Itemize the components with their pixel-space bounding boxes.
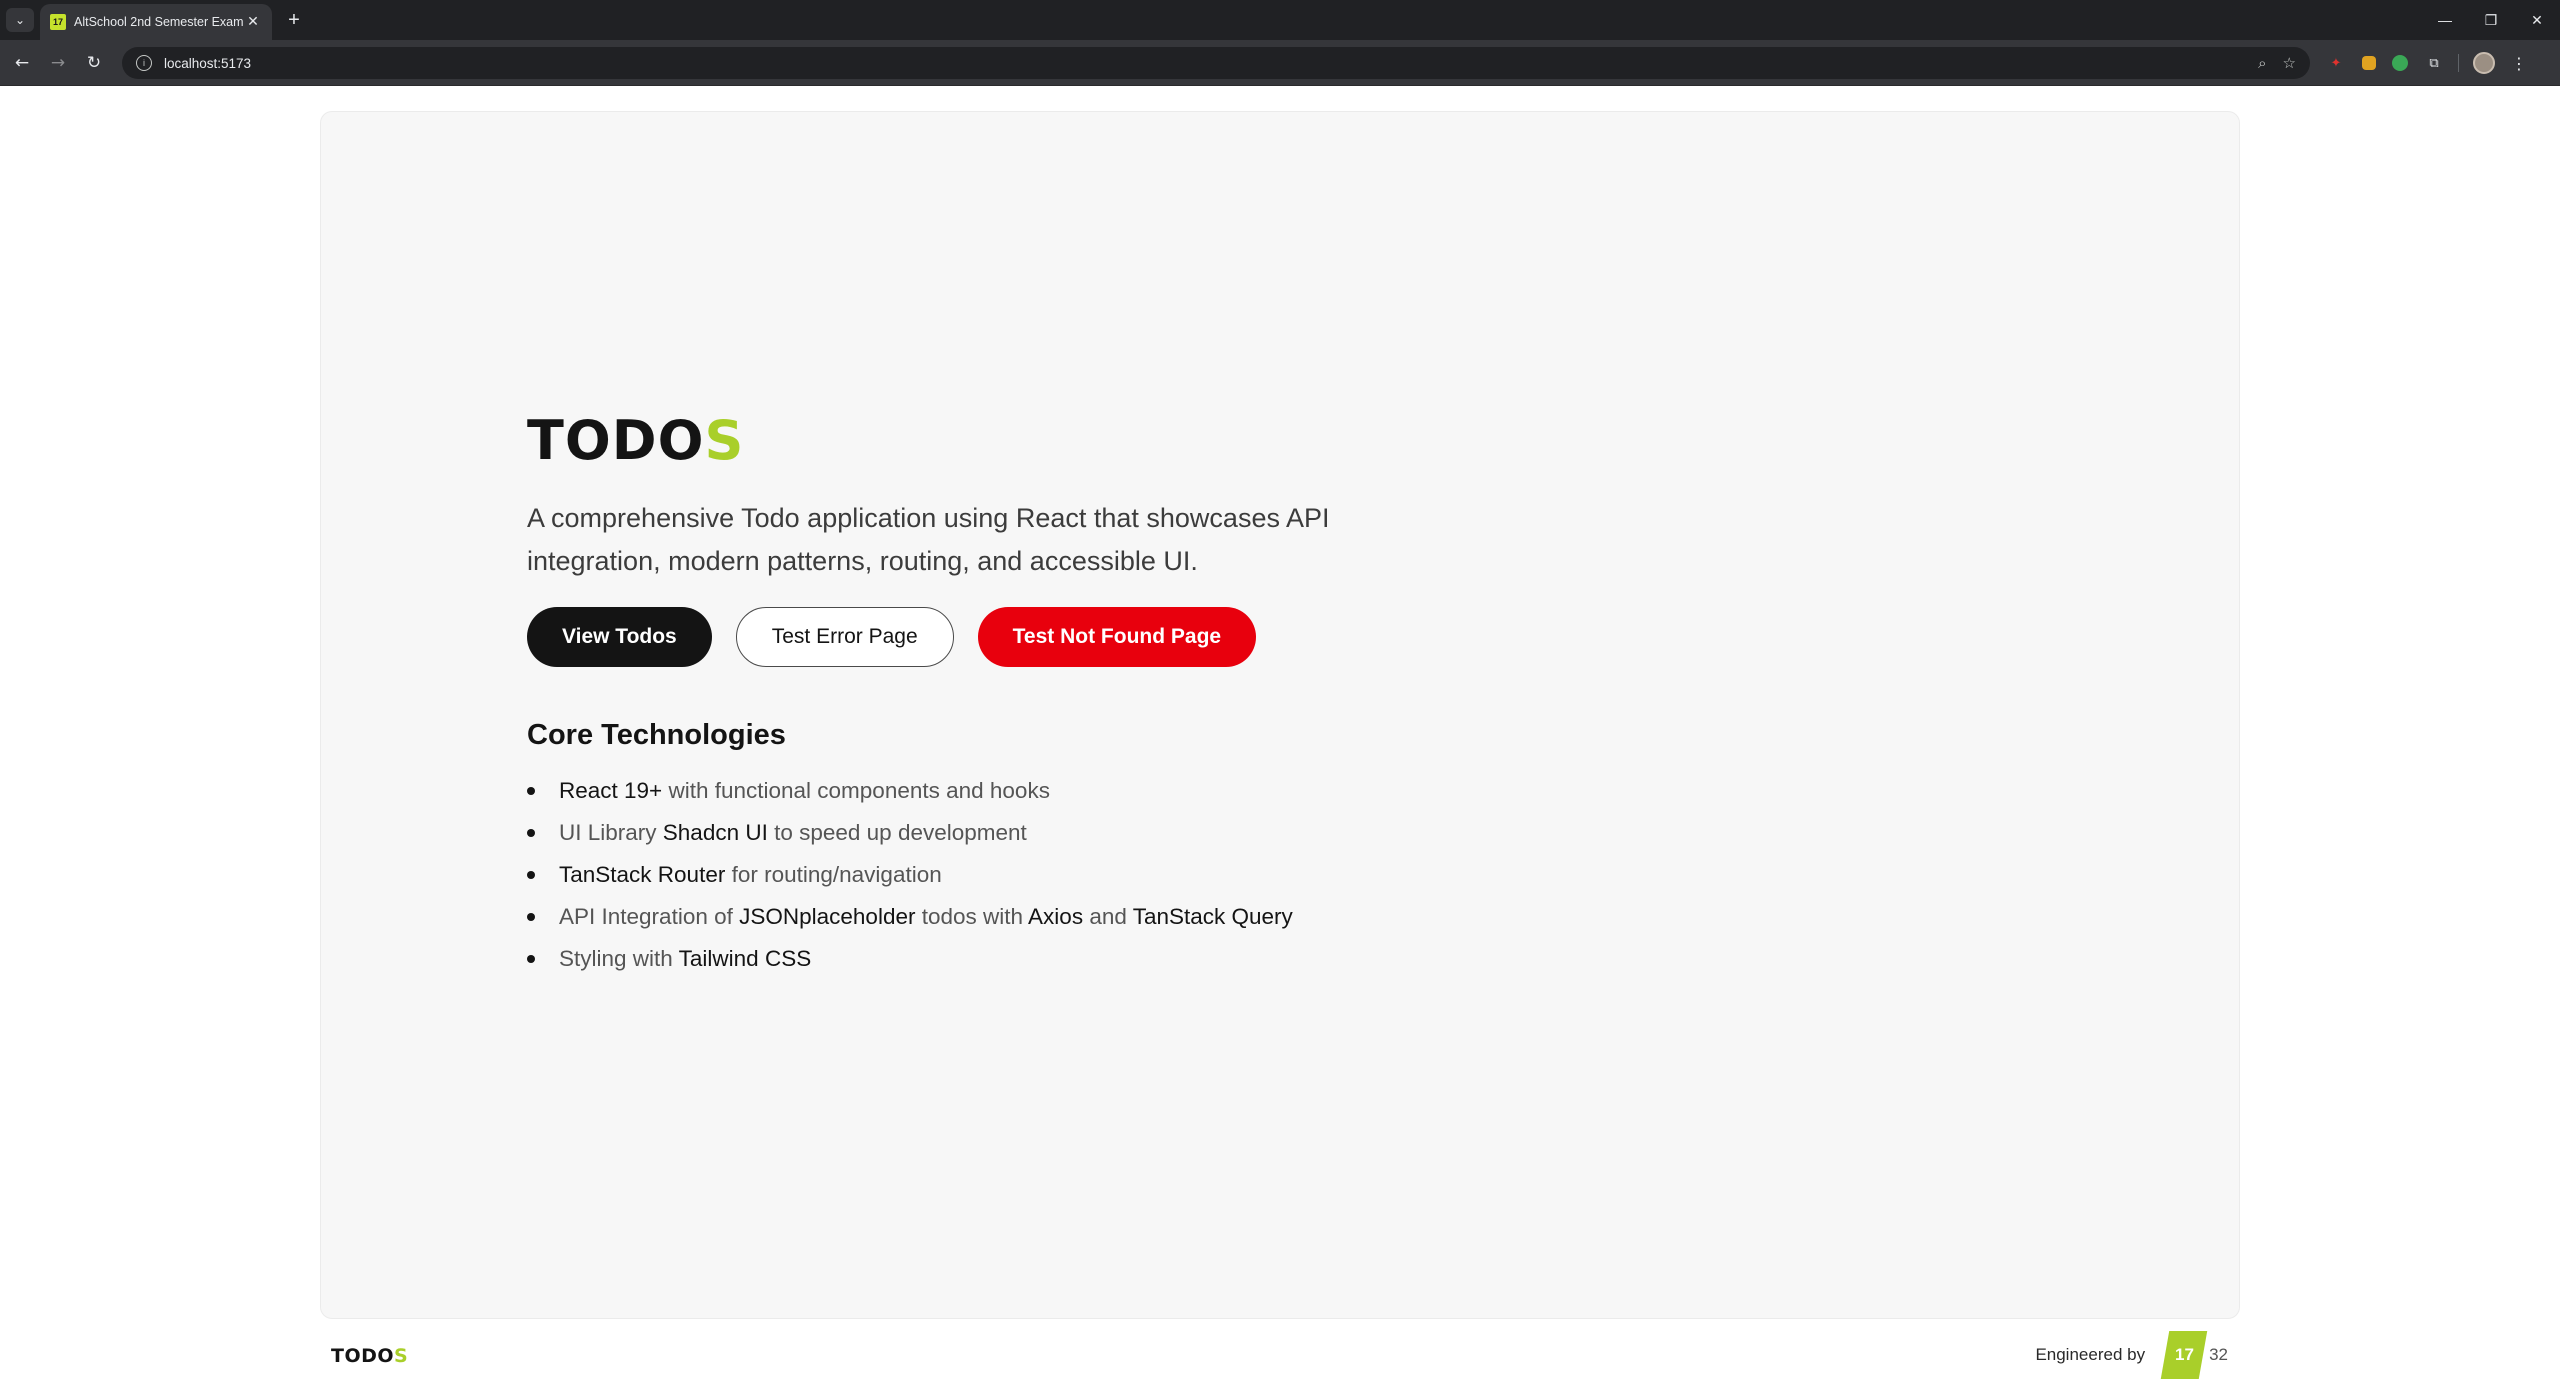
bullet-icon	[527, 955, 535, 963]
app-description: A comprehensive Todo application using R…	[527, 503, 1330, 576]
page-content: TODOS A comprehensive Todo application u…	[0, 87, 2560, 1392]
site-info-icon[interactable]: i	[136, 55, 152, 71]
bullet-icon	[527, 787, 535, 795]
browser-tab-bar: ⌄ 17 AltSchool 2nd Semester Exam ✕ + — ❐…	[0, 0, 2560, 40]
bullet-icon	[527, 829, 535, 837]
reload-icon[interactable]: ↻	[80, 49, 108, 77]
tech-list-item: Styling with Tailwind CSS	[527, 938, 1427, 980]
extensions-area: ✦ ⧉ ⋮	[2318, 49, 2529, 77]
tech-text: for routing/navigation	[725, 862, 942, 887]
browser-toolbar: ← → ↻ i localhost:5173 ⌕ ☆ ✦ ⧉ ⋮	[0, 40, 2560, 86]
logo-main-text: TODO	[527, 409, 705, 472]
back-arrow-icon[interactable]: ←	[8, 49, 36, 77]
todos-logo: TODOS	[527, 411, 1427, 471]
tech-highlight: Axios	[1028, 904, 1084, 929]
tech-highlight: JSONplaceholder	[739, 904, 916, 929]
engineered-by[interactable]: Engineered by 17 32	[2035, 1331, 2228, 1379]
close-window-button[interactable]: ✕	[2514, 0, 2560, 40]
tech-list-item: TanStack Router for routing/navigation	[527, 854, 1427, 896]
badge-text: 17	[2174, 1345, 2194, 1364]
grammar-extension-icon[interactable]	[2392, 55, 2408, 71]
tech-highlight: TanStack Query	[1132, 904, 1293, 929]
extension-icon[interactable]	[2362, 56, 2376, 70]
forward-arrow-icon[interactable]: →	[44, 49, 72, 77]
footer: TODOS Engineered by 17 32	[0, 1319, 2560, 1392]
hero-section: TODOS A comprehensive Todo application u…	[527, 411, 1427, 980]
minimize-button[interactable]: —	[2422, 0, 2468, 40]
tech-text: to speed up development	[767, 820, 1027, 845]
badge-suffix: 32	[2209, 1345, 2228, 1364]
bullet-icon	[527, 913, 535, 921]
footer-logo[interactable]: TODOS	[331, 1345, 408, 1367]
tech-text: and	[1083, 904, 1133, 929]
tech-text: API Integration of	[559, 904, 740, 929]
tab-close-icon[interactable]: ✕	[244, 14, 262, 30]
core-technologies-list: React 19+ with functional components and…	[527, 770, 1427, 980]
address-bar[interactable]: i localhost:5173 ⌕ ☆	[122, 47, 2310, 79]
tech-list-item: API Integration of JSONplaceholder todos…	[527, 896, 1427, 938]
tech-text: with functional components and hooks	[662, 778, 1050, 803]
restore-button[interactable]: ❐	[2468, 0, 2514, 40]
tab-favicon-icon: 17	[50, 14, 66, 30]
tech-item-text: UI Library Shadcn UI to speed up develop…	[559, 812, 1027, 854]
logo-accent-text: S	[704, 409, 745, 472]
tech-highlight: TanStack Router	[559, 862, 726, 887]
bookmark-star-icon[interactable]: ☆	[2283, 54, 2296, 72]
tech-item-text: TanStack Router for routing/navigation	[559, 854, 942, 896]
browser-tab-active[interactable]: 17 AltSchool 2nd Semester Exam ✕	[40, 4, 272, 40]
view-todos-button[interactable]: View Todos	[527, 607, 712, 667]
tech-text: todos with	[915, 904, 1029, 929]
tech-highlight: Tailwind CSS	[678, 946, 812, 971]
profile-avatar[interactable]	[2473, 52, 2495, 74]
new-tab-button[interactable]: +	[282, 8, 306, 32]
footer-logo-accent: S	[394, 1345, 409, 1367]
pin-extension-icon[interactable]: ✦	[2326, 53, 2346, 73]
toolbar-divider	[2458, 54, 2459, 72]
tech-item-text: React 19+ with functional components and…	[559, 770, 1050, 812]
tech-item-text: Styling with Tailwind CSS	[559, 938, 811, 980]
tech-highlight: React 19+	[559, 778, 663, 803]
zoom-icon[interactable]: ⌕	[2258, 54, 2266, 72]
url-text[interactable]: localhost:5173	[164, 56, 2242, 71]
tab-search-button[interactable]: ⌄	[6, 8, 34, 32]
tech-highlight: Shadcn UI	[662, 820, 768, 845]
puzzle-extensions-icon[interactable]: ⧉	[2424, 53, 2444, 73]
browser-menu-icon[interactable]: ⋮	[2509, 54, 2529, 73]
tech-list-item: UI Library Shadcn UI to speed up develop…	[527, 812, 1427, 854]
altschool-badge-icon: 17	[2160, 1331, 2208, 1379]
tech-list-item: React 19+ with functional components and…	[527, 770, 1427, 812]
tech-text: Styling with	[559, 946, 679, 971]
bullet-icon	[527, 871, 535, 879]
footer-logo-main: TODO	[331, 1345, 395, 1367]
core-technologies-heading: Core Technologies	[527, 719, 786, 751]
action-buttons: View Todos Test Error Page Test Not Foun…	[527, 607, 1427, 667]
engineered-by-text: Engineered by	[2035, 1345, 2146, 1364]
test-not-found-page-button[interactable]: Test Not Found Page	[977, 607, 1257, 667]
tab-title: AltSchool 2nd Semester Exam	[74, 15, 244, 29]
tech-item-text: API Integration of JSONplaceholder todos…	[559, 896, 1293, 938]
tech-text: UI Library	[559, 820, 663, 845]
window-controls: — ❐ ✕	[2422, 0, 2560, 40]
test-error-page-button[interactable]: Test Error Page	[735, 607, 954, 667]
